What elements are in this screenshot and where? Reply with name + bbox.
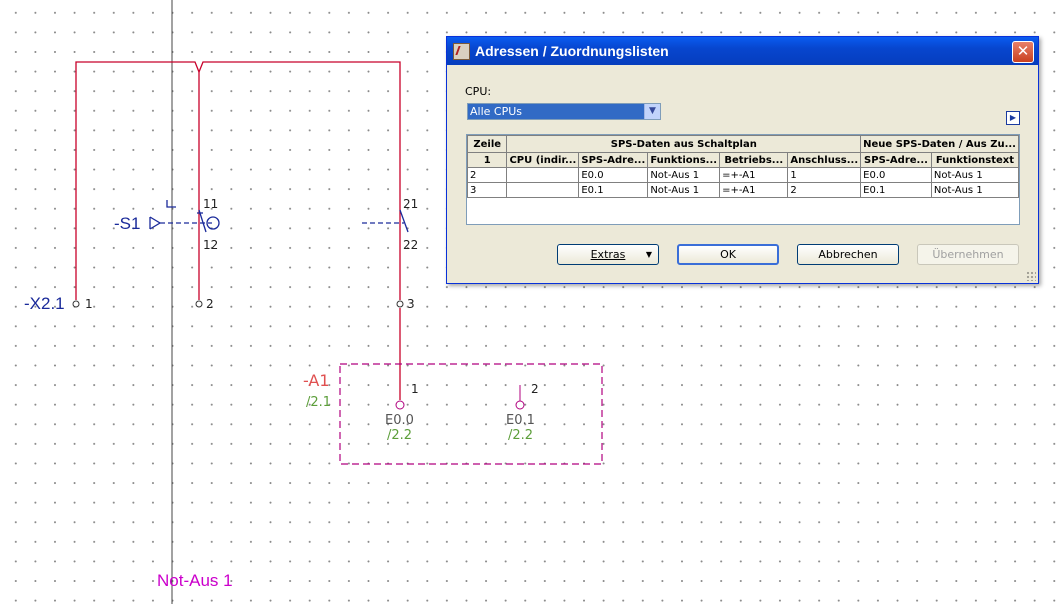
- col-group-sps: SPS-Daten aus Schaltplan: [506, 135, 862, 153]
- a1-pin-2: 2: [531, 382, 539, 396]
- column-header[interactable]: 1: [467, 152, 508, 168]
- table-cell[interactable]: 3: [467, 182, 508, 198]
- cpu-dropdown-value: Alle CPUs: [470, 105, 522, 118]
- bottom-function-label: Not-Aus 1: [157, 571, 233, 590]
- dialog-titlebar[interactable]: Adressen / Zuordnungslisten ✕: [447, 37, 1038, 65]
- table-cell[interactable]: E0.0: [578, 167, 649, 183]
- extras-button[interactable]: Extras ▼: [557, 244, 659, 265]
- table-cell[interactable]: E0.1: [860, 182, 932, 198]
- s1-device[interactable]: -S1 11 12 21 22: [114, 197, 418, 252]
- assignment-table[interactable]: Zeile SPS-Daten aus Schaltplan Neue SPS-…: [466, 134, 1020, 225]
- table-cell[interactable]: Not-Aus 1: [647, 182, 721, 198]
- table-cell[interactable]: Not-Aus 1: [930, 182, 1019, 198]
- a1-pin-1: 1: [411, 382, 419, 396]
- s1-contact1-top: 11: [203, 197, 218, 211]
- column-header[interactable]: Betriebs...: [719, 152, 789, 168]
- apply-button[interactable]: Übernehmen: [917, 244, 1019, 265]
- table-cell[interactable]: =+-A1: [719, 182, 789, 198]
- terminal-2: 2: [206, 297, 214, 311]
- a1-address-1: E0.0: [385, 413, 414, 428]
- col-group-neu: Neue SPS-Daten / Aus Zu...: [860, 135, 1019, 153]
- table-group-header: Zeile SPS-Daten aus Schaltplan Neue SPS-…: [467, 135, 1019, 153]
- column-header[interactable]: SPS-Adre...: [860, 152, 932, 168]
- table-cell[interactable]: 2: [787, 182, 862, 198]
- table-cell[interactable]: Not-Aus 1: [930, 167, 1019, 183]
- a1-ref-1: /2.2: [387, 428, 412, 443]
- a1-label: -A1: [303, 371, 330, 390]
- dialog-title: Adressen / Zuordnungslisten: [475, 43, 669, 59]
- close-icon[interactable]: ✕: [1012, 41, 1034, 63]
- app-icon: [453, 42, 470, 60]
- a1-ref: /2.1: [306, 395, 331, 410]
- terminal-3: 3: [407, 297, 415, 311]
- resize-grip[interactable]: [1026, 271, 1036, 281]
- addresses-dialog: Adressen / Zuordnungslisten ✕ CPU: Alle …: [446, 36, 1039, 284]
- table-row[interactable]: 2 E0.0 Not-Aus 1 =+-A1 1 E0.0 Not-Aus 1: [467, 167, 1019, 183]
- cancel-button[interactable]: Abbrechen: [797, 244, 899, 265]
- table-cell[interactable]: [506, 182, 580, 198]
- a1-plc-box[interactable]: -A1 /2.1 1 2 E0.0 /2.2 E0.1 /2.2: [303, 363, 603, 465]
- table-cell[interactable]: 1: [787, 167, 862, 183]
- s1-contact2-top: 21: [403, 197, 418, 211]
- table-row[interactable]: 3 E0.1 Not-Aus 1 =+-A1 2 E0.1 Not-Aus 1: [467, 182, 1019, 198]
- s1-label: -S1: [114, 214, 140, 233]
- s1-contact1-bottom: 12: [203, 238, 218, 252]
- a1-ref-2: /2.2: [508, 428, 533, 443]
- column-header[interactable]: Funktions...: [647, 152, 721, 168]
- terminal-1: 1: [85, 297, 93, 311]
- column-header[interactable]: CPU (indir...: [506, 152, 580, 168]
- extras-button-label: Extras: [590, 248, 626, 261]
- column-header[interactable]: SPS-Adre...: [578, 152, 649, 168]
- table-cell[interactable]: E0.0: [860, 167, 932, 183]
- chevron-down-icon[interactable]: ▼: [644, 104, 660, 119]
- table-cell[interactable]: E0.1: [578, 182, 649, 198]
- a1-address-2: E0.1: [506, 413, 535, 428]
- cpu-dropdown[interactable]: Alle CPUs ▼: [467, 103, 661, 120]
- col-group-row: Zeile: [467, 135, 508, 153]
- table-column-header: 1 CPU (indir... SPS-Adre... Funktions...…: [467, 152, 1019, 168]
- expand-icon[interactable]: ▶: [1006, 111, 1020, 125]
- x21-terminal-strip[interactable]: -X2.1 1 2 3: [24, 294, 415, 313]
- ok-button[interactable]: OK: [677, 244, 779, 265]
- table-cell[interactable]: 2: [467, 167, 508, 183]
- table-cell[interactable]: Not-Aus 1: [647, 167, 721, 183]
- table-cell[interactable]: =+-A1: [719, 167, 789, 183]
- s1-contact2-bottom: 22: [403, 238, 418, 252]
- chevron-down-icon: ▼: [645, 250, 652, 259]
- cpu-label: CPU:: [465, 85, 492, 98]
- x21-label: -X2.1: [24, 294, 65, 313]
- column-header[interactable]: Funktionstext: [930, 152, 1019, 168]
- table-cell[interactable]: [506, 167, 580, 183]
- column-header[interactable]: Anschluss...: [787, 152, 862, 168]
